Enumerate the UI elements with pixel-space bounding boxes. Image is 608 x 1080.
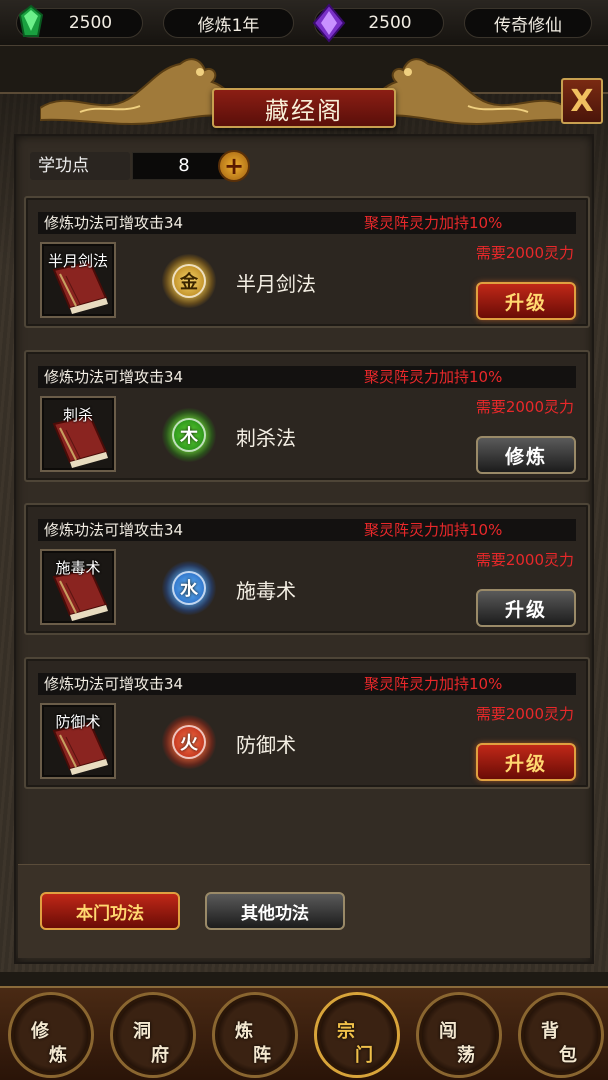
nav-char-2: 包 [559, 1045, 577, 1066]
skill-name: 半月剑法 [236, 272, 316, 296]
element-label: 火 [172, 725, 206, 759]
skill-bonus: 聚灵阵灵力加持10% [364, 214, 503, 232]
purple-gem-counter[interactable]: 2500 [312, 3, 444, 43]
skill-description: 修炼功法可增攻击34 [44, 675, 184, 693]
nav-item-1[interactable]: 洞 府 [110, 992, 196, 1078]
nav-char-2: 炼 [49, 1045, 67, 1066]
nav-char-1: 宗 [337, 1021, 355, 1042]
skill-action-button[interactable]: 升级 [476, 589, 576, 627]
top-status-bar: 2500 修炼1年 2500 传奇修仙 [0, 0, 608, 46]
game-title-text: 传奇修仙 [494, 15, 562, 36]
skill-card-header: 修炼功法可增攻击34 聚灵阵灵力加持10% [38, 519, 576, 541]
tab-other-techniques[interactable]: 其他功法 [205, 892, 345, 930]
skill-name: 施毒术 [236, 579, 296, 603]
bottom-nav: 修 炼洞 府炼 阵宗 门闯 荡背 包 [0, 986, 608, 1080]
skill-card: 修炼功法可增攻击34 聚灵阵灵力加持10% 需要2000灵力 施毒术 水 施毒术… [24, 503, 590, 635]
nav-char-1: 修 [31, 1021, 49, 1042]
close-button[interactable]: X [561, 78, 603, 124]
plus-icon: + [223, 152, 245, 180]
skill-points-label: 学功点 [30, 152, 130, 180]
element-label: 木 [172, 418, 206, 452]
cultivation-time-text: 修炼1年 [197, 15, 260, 36]
purple-gem-icon [312, 3, 346, 43]
element-badge-icon: 金 [162, 254, 216, 308]
book-label: 施毒术 [55, 559, 101, 577]
nav-char-2: 门 [355, 1045, 373, 1066]
green-gem-icon [18, 4, 44, 37]
nav-char-1: 炼 [235, 1021, 253, 1042]
skill-card: 修炼功法可增攻击34 聚灵阵灵力加持10% 需要2000灵力 防御术 火 防御术… [24, 657, 590, 789]
skill-cost: 需要2000灵力 [475, 398, 574, 416]
title-banner: 藏经阁 [40, 48, 568, 130]
element-badge-icon: 火 [162, 715, 216, 769]
cultivation-time: 修炼1年 [163, 8, 294, 38]
skill-action-button[interactable]: 修炼 [476, 436, 576, 474]
nav-item-5[interactable]: 背 包 [518, 992, 604, 1078]
game-title: 传奇修仙 [464, 8, 592, 38]
skill-cost: 需要2000灵力 [475, 551, 574, 569]
skill-card-header: 修炼功法可增攻击34 聚灵阵灵力加持10% [38, 673, 576, 695]
skill-card: 修炼功法可增攻击34 聚灵阵灵力加持10% 需要2000灵力 刺杀 木 刺杀法 … [24, 350, 590, 482]
skill-name: 刺杀法 [236, 426, 296, 450]
skill-bonus: 聚灵阵灵力加持10% [364, 675, 503, 693]
skill-description: 修炼功法可增攻击34 [44, 214, 184, 232]
nav-char-1: 洞 [133, 1021, 151, 1042]
nav-item-3[interactable]: 宗 门 [314, 992, 400, 1078]
element-badge-icon: 水 [162, 561, 216, 615]
nav-item-2[interactable]: 炼 阵 [212, 992, 298, 1078]
nav-char-1: 背 [541, 1021, 559, 1042]
skill-book-icon[interactable]: 防御术 [40, 703, 116, 779]
skill-book-icon[interactable]: 刺杀 [40, 396, 116, 472]
skill-action-button[interactable]: 升级 [476, 282, 576, 320]
skill-description: 修炼功法可增攻击34 [44, 368, 184, 386]
skill-card-header: 修炼功法可增攻击34 聚灵阵灵力加持10% [38, 366, 576, 388]
skill-description: 修炼功法可增攻击34 [44, 521, 184, 539]
nav-char-2: 府 [151, 1045, 169, 1066]
element-label: 金 [172, 264, 206, 298]
skill-card: 修炼功法可增攻击34 聚灵阵灵力加持10% 需要2000灵力 半月剑法 金 半月… [24, 196, 590, 328]
nav-item-4[interactable]: 闯 荡 [416, 992, 502, 1078]
element-badge-icon: 木 [162, 408, 216, 462]
dragon-ornament-icon [368, 58, 568, 125]
green-gem-counter[interactable]: 2500 [16, 4, 143, 38]
purple-gem-count: 2500 [368, 13, 412, 33]
skill-card-header: 修炼功法可增攻击34 聚灵阵灵力加持10% [38, 212, 576, 234]
nav-char-2: 荡 [457, 1045, 475, 1066]
dragon-ornament-icon [40, 58, 240, 125]
nav-char-2: 阵 [253, 1045, 271, 1066]
nav-char-1: 闯 [439, 1021, 457, 1042]
book-label: 刺杀 [62, 406, 93, 424]
book-label: 半月剑法 [47, 252, 108, 270]
green-gem-count: 2500 [68, 13, 113, 33]
skill-action-button[interactable]: 升级 [476, 743, 576, 781]
add-skill-points-button[interactable]: + [218, 150, 250, 182]
skill-name: 防御术 [236, 733, 296, 757]
panel-title: 藏经阁 [212, 88, 396, 128]
book-label: 防御术 [55, 713, 101, 731]
skill-cost: 需要2000灵力 [475, 705, 574, 723]
skill-book-icon[interactable]: 半月剑法 [40, 242, 116, 318]
element-label: 水 [172, 571, 206, 605]
skill-book-icon[interactable]: 施毒术 [40, 549, 116, 625]
skill-cost: 需要2000灵力 [475, 244, 574, 262]
skill-points-row: 学功点 8 + [30, 150, 250, 182]
close-icon: X [570, 83, 594, 119]
skill-bonus: 聚灵阵灵力加持10% [364, 368, 503, 386]
nav-item-0[interactable]: 修 炼 [8, 992, 94, 1078]
tab-own-sect[interactable]: 本门功法 [40, 892, 180, 930]
skill-bonus: 聚灵阵灵力加持10% [364, 521, 503, 539]
